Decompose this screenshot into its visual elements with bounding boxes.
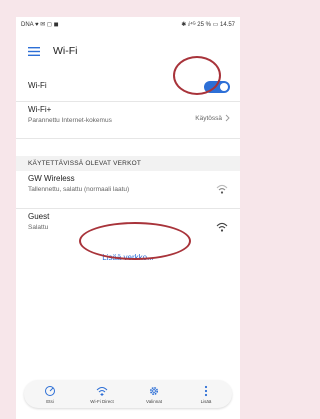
settings-label: Valinnat [146, 398, 162, 404]
page-title: Wi-Fi [53, 45, 78, 57]
scan-label: Etsi [46, 398, 54, 404]
more-icon [204, 385, 208, 396]
wifi-direct-button[interactable]: Wi-Fi Direct [82, 385, 122, 404]
wifi-plus-label: Wi-Fi+ [28, 105, 52, 114]
network-name: GW Wireless [28, 174, 75, 183]
scan-button[interactable]: Etsi [30, 385, 70, 404]
network-name: Guest [28, 212, 50, 221]
more-label: Lisää [200, 398, 212, 404]
status-bar: DNA ♥ ✉ ◻ ◼ ✱ ⅈ⁴ᴳ 25 % ▭ 14.57 [16, 17, 240, 31]
status-right: ✱ ⅈ⁴ᴳ 25 % ▭ 14.57 [181, 21, 235, 28]
divider [16, 138, 240, 139]
wifi-direct-label: Wi-Fi Direct [90, 398, 114, 404]
toggle-knob [220, 83, 228, 91]
bottom-action-bar: Etsi Wi-Fi Direct Valinnat Lisää [24, 380, 232, 408]
more-button[interactable]: Lisää [186, 385, 226, 404]
divider [16, 208, 240, 209]
wifi-signal-icon [216, 184, 228, 194]
settings-button[interactable]: Valinnat [134, 385, 174, 404]
chevron-right-icon [225, 114, 230, 122]
scan-icon [45, 385, 55, 396]
wifi-plus-row[interactable]: Wi-Fi+ Parannettu Internet-kokemus Käytö… [16, 105, 240, 133]
section-header: KÄYTETTÄVISSÄ OLEVAT VERKOT [16, 156, 240, 171]
status-left: DNA ♥ ✉ ◻ ◼ [21, 21, 59, 28]
wifi-plus-value-wrap: Käytössä [195, 114, 230, 122]
network-sub: Tallennettu, salattu (normaali laatu) [28, 186, 130, 193]
network-item[interactable]: GW Wireless Tallennettu, salattu (normaa… [16, 174, 240, 202]
annotation-circle-toggle [173, 56, 221, 95]
wifi-plus-value: Käytössä [195, 114, 222, 122]
menu-icon[interactable] [28, 46, 40, 56]
wifi-signal-icon [216, 222, 228, 232]
wifi-direct-icon [96, 386, 108, 396]
settings-icon [149, 386, 159, 395]
divider [16, 101, 240, 102]
annotation-circle-add-network [79, 222, 191, 260]
system-nav-bar [16, 415, 240, 419]
